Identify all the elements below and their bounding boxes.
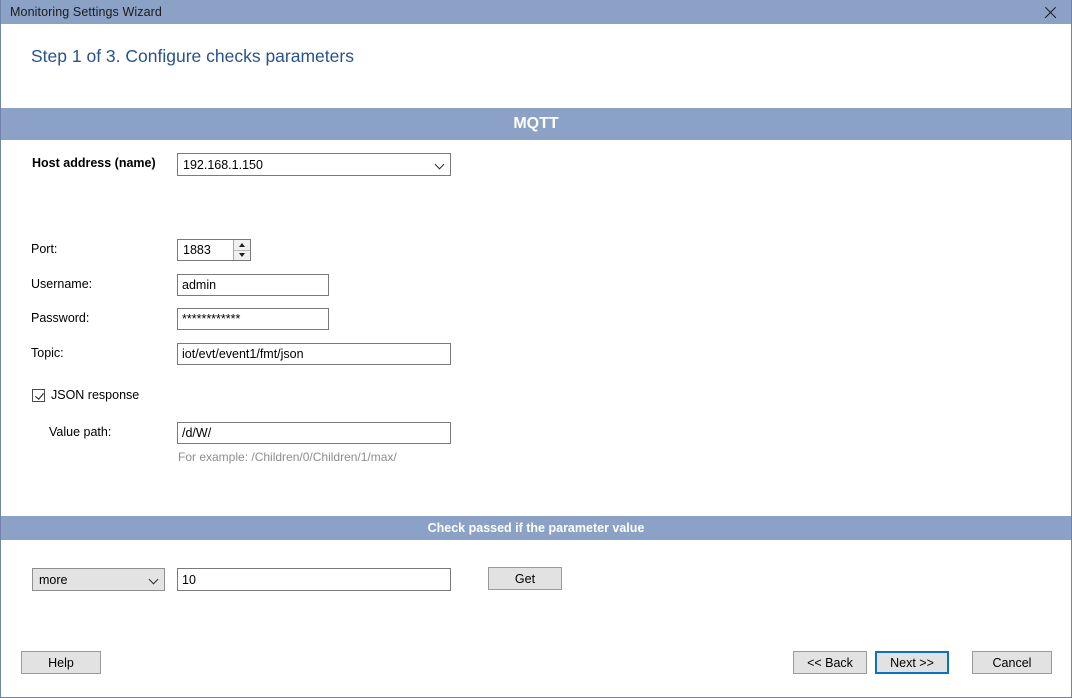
protocol-section-header: MQTT [1, 108, 1071, 140]
spinner-up-icon[interactable] [234, 240, 250, 251]
port-value: 1883 [183, 243, 211, 257]
username-label: Username: [31, 277, 93, 291]
operator-select[interactable]: more [32, 568, 165, 591]
parameters-form: Host address (name) 192.168.1.150 Port: … [1, 140, 1071, 516]
chevron-down-icon [428, 160, 450, 169]
get-button[interactable]: Get [488, 567, 562, 590]
check-condition-header: Check passed if the parameter value [1, 516, 1071, 540]
host-address-value: 192.168.1.150 [183, 157, 263, 172]
username-row: Username: [1, 274, 1071, 296]
spinner-down-icon[interactable] [234, 250, 250, 260]
threshold-input[interactable] [177, 568, 451, 591]
checkbox-checked-icon [32, 388, 45, 402]
password-label: Password: [31, 311, 90, 325]
next-button[interactable]: Next >> [875, 651, 949, 674]
chevron-down-icon [142, 575, 164, 584]
protocol-section-label: MQTT [513, 115, 559, 132]
host-address-row: Host address (name) 192.168.1.150 [1, 153, 1071, 176]
value-path-label: Value path: [49, 425, 112, 439]
page-title: Step 1 of 3. Configure checks parameters [31, 46, 354, 66]
title-bar: Monitoring Settings Wizard [1, 0, 1071, 24]
topic-input[interactable] [177, 343, 451, 365]
json-response-checkbox[interactable]: JSON response [32, 388, 139, 402]
wizard-window: Monitoring Settings Wizard Step 1 of 3. … [0, 0, 1072, 698]
help-button[interactable]: Help [21, 651, 101, 674]
value-path-hint: For example: /Children/0/Children/1/max/ [178, 450, 397, 464]
cancel-button[interactable]: Cancel [972, 651, 1052, 674]
close-icon [1043, 5, 1058, 20]
topic-row: Topic: [1, 343, 1071, 365]
port-label: Port: [31, 242, 58, 256]
window-title: Monitoring Settings Wizard [10, 5, 162, 19]
password-input[interactable] [177, 308, 329, 330]
check-condition-area: more Get Help << Back Next >> Cancel [1, 540, 1071, 697]
back-button[interactable]: << Back [793, 651, 867, 674]
password-row: Password: [1, 308, 1071, 330]
operator-value: more [39, 572, 68, 587]
host-address-label: Host address (name) [32, 156, 156, 170]
port-spinner-buttons[interactable] [233, 240, 250, 260]
json-response-label: JSON response [51, 388, 140, 402]
check-condition-label: Check passed if the parameter value [427, 521, 645, 535]
close-button[interactable] [1027, 0, 1071, 24]
username-input[interactable] [177, 274, 329, 296]
topic-label: Topic: [31, 346, 64, 360]
value-path-input[interactable] [177, 422, 451, 444]
host-address-combobox[interactable]: 192.168.1.150 [177, 153, 451, 176]
step-header: Step 1 of 3. Configure checks parameters [1, 24, 1071, 108]
port-row: Port: 1883 [1, 239, 1071, 261]
port-stepper[interactable]: 1883 [177, 239, 251, 261]
value-path-row: Value path: [1, 422, 1071, 444]
